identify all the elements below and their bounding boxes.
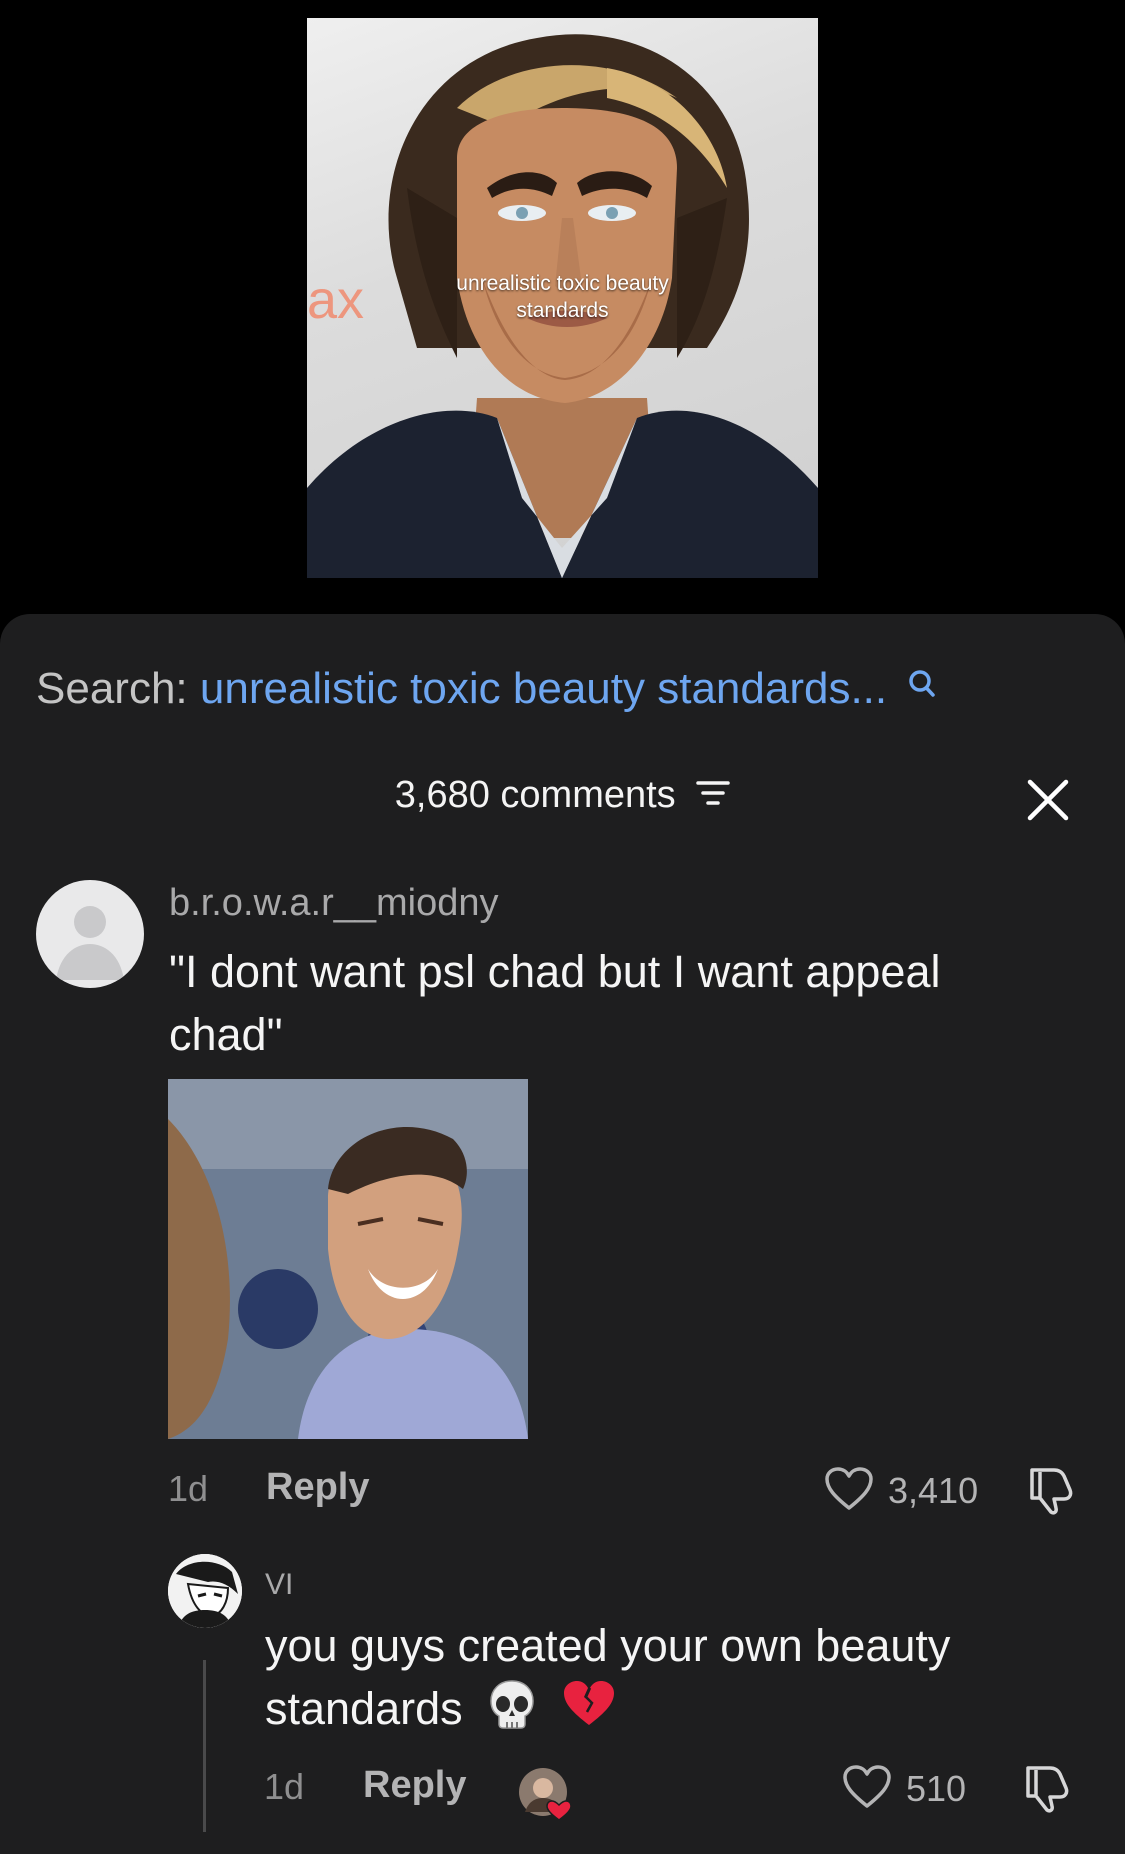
reply-like-count: 510: [906, 1768, 967, 1809]
reply-button[interactable]: Reply: [266, 1466, 369, 1509]
comments-panel: Search: unrealistic toxic beauty standar…: [0, 614, 1125, 1854]
default-user-icon: [56, 906, 124, 980]
reply-avatar[interactable]: [168, 1554, 242, 1628]
dislike-icon: [1030, 1468, 1073, 1515]
dislike-button[interactable]: [1024, 1466, 1078, 1521]
skull-emoji: [487, 1678, 537, 1746]
video-caption: unrealistic toxic beauty standards: [307, 270, 818, 324]
avatar[interactable]: [36, 880, 144, 988]
search-prefix: Search:: [36, 664, 188, 713]
reply-username[interactable]: VI: [265, 1568, 293, 1602]
like-count: 3,410: [888, 1470, 979, 1511]
creator-heart-icon: [519, 1768, 572, 1821]
video-caption-line2: standards: [516, 299, 609, 322]
reply-like-button[interactable]: [842, 1764, 892, 1815]
dislike-icon: [1026, 1766, 1069, 1813]
reply-age: 1d: [264, 1766, 305, 1807]
broken-heart-emoji: [562, 1679, 616, 1745]
creator-liked-avatar: [517, 1766, 573, 1822]
like-button[interactable]: [824, 1466, 874, 1517]
video-preview[interactable]: ax unrealistic toxic beauty standards: [0, 0, 1125, 614]
search-suggestion[interactable]: Search: unrealistic toxic beauty standar…: [36, 664, 937, 714]
heart-icon: [843, 1765, 891, 1808]
video-caption-line1: unrealistic toxic beauty: [456, 272, 669, 295]
thread-line: [203, 1660, 206, 1832]
reply-reply-button[interactable]: Reply: [363, 1764, 466, 1807]
comment-username[interactable]: b.r.o.w.a.r__miodny: [169, 882, 499, 925]
comment-image[interactable]: [168, 1079, 528, 1439]
search-icon[interactable]: [907, 660, 937, 710]
laughing-man-image: [168, 1079, 528, 1439]
anime-avatar-icon: [168, 1554, 242, 1628]
close-button[interactable]: [1026, 778, 1070, 822]
reply-text: you guys created your own beauty standar…: [265, 1614, 1065, 1746]
comments-header: 3,680 comments: [0, 774, 1125, 817]
video-thumbnail[interactable]: ax unrealistic toxic beauty standards: [307, 18, 818, 578]
comments-count: 3,680 comments: [394, 774, 676, 816]
search-query-link[interactable]: unrealistic toxic beauty standards...: [200, 664, 887, 713]
close-icon: [1027, 779, 1069, 821]
heart-icon: [825, 1467, 873, 1510]
comment-age: 1d: [168, 1468, 209, 1509]
comment-text: "I dont want psl chad but I want appeal …: [169, 946, 941, 1060]
reply-dislike-button[interactable]: [1020, 1764, 1074, 1819]
sort-filter-icon[interactable]: [696, 773, 730, 816]
